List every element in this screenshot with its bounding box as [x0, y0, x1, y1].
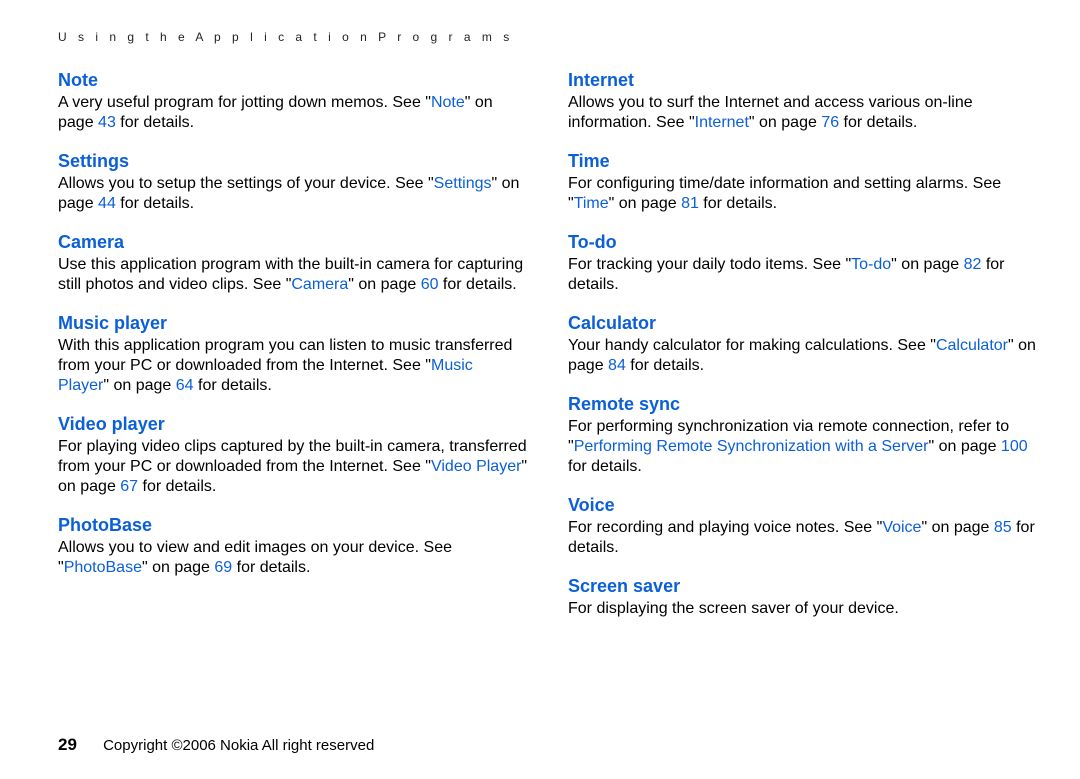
section-music-player: Music player With this application progr…: [58, 313, 528, 396]
section-camera: Camera Use this application program with…: [58, 232, 528, 295]
left-column: Note A very useful program for jotting d…: [58, 70, 528, 637]
text: For displaying the screen saver of your …: [568, 600, 899, 617]
link-photobase[interactable]: PhotoBase: [64, 559, 142, 576]
text: for details.: [116, 195, 194, 212]
text: " on page: [921, 519, 993, 536]
paragraph-photobase: Allows you to view and edit images on yo…: [58, 538, 528, 578]
heading-screen-saver: Screen saver: [568, 576, 1038, 597]
section-calculator: Calculator Your handy calculator for mak…: [568, 313, 1038, 376]
heading-calculator: Calculator: [568, 313, 1038, 334]
footer: 29 Copyright ©2006 Nokia All right reser…: [58, 735, 374, 755]
paragraph-calculator: Your handy calculator for making calcula…: [568, 336, 1038, 376]
text: Allows you to setup the settings of your…: [58, 175, 434, 192]
link-voice[interactable]: Voice: [882, 519, 921, 536]
heading-settings: Settings: [58, 151, 528, 172]
main-columns: Note A very useful program for jotting d…: [58, 70, 1040, 637]
paragraph-settings: Allows you to setup the settings of your…: [58, 174, 528, 214]
text: Your handy calculator for making calcula…: [568, 337, 936, 354]
text: for details.: [116, 114, 194, 131]
link-remote-sync-page[interactable]: 100: [1001, 438, 1028, 455]
link-todo[interactable]: To-do: [851, 256, 891, 273]
link-note-page[interactable]: 43: [98, 114, 116, 131]
text: for details.: [194, 377, 272, 394]
paragraph-time: For configuring time/date information an…: [568, 174, 1038, 214]
section-todo: To-do For tracking your daily todo items…: [568, 232, 1038, 295]
link-settings-page[interactable]: 44: [98, 195, 116, 212]
heading-music-player: Music player: [58, 313, 528, 334]
heading-camera: Camera: [58, 232, 528, 253]
link-remote-sync[interactable]: Performing Remote Synchronization with a…: [574, 438, 929, 455]
text: for details.: [232, 559, 310, 576]
section-voice: Voice For recording and playing voice no…: [568, 495, 1038, 558]
link-calculator-page[interactable]: 84: [608, 357, 626, 374]
link-photobase-page[interactable]: 69: [214, 559, 232, 576]
text: for details.: [138, 478, 216, 495]
section-screen-saver: Screen saver For displaying the screen s…: [568, 576, 1038, 619]
text: " on page: [749, 114, 821, 131]
text: " on page: [103, 377, 175, 394]
text: " on page: [348, 276, 420, 293]
link-video-player-page[interactable]: 67: [120, 478, 138, 495]
link-music-player-page[interactable]: 64: [176, 377, 194, 394]
heading-voice: Voice: [568, 495, 1038, 516]
paragraph-screen-saver: For displaying the screen saver of your …: [568, 599, 1038, 619]
paragraph-note: A very useful program for jotting down m…: [58, 93, 528, 133]
paragraph-video-player: For playing video clips captured by the …: [58, 437, 528, 497]
text: for details.: [699, 195, 777, 212]
text: " on page: [891, 256, 963, 273]
text: for details.: [839, 114, 917, 131]
link-video-player[interactable]: Video Player: [431, 458, 521, 475]
heading-photobase: PhotoBase: [58, 515, 528, 536]
copyright-text: Copyright ©2006 Nokia All right reserved: [103, 737, 374, 754]
right-column: Internet Allows you to surf the Internet…: [568, 70, 1038, 637]
link-internet[interactable]: Internet: [695, 114, 749, 131]
link-internet-page[interactable]: 76: [821, 114, 839, 131]
page-number: 29: [58, 735, 77, 754]
section-time: Time For configuring time/date informati…: [568, 151, 1038, 214]
link-settings[interactable]: Settings: [434, 175, 492, 192]
text: for details.: [438, 276, 516, 293]
text: For recording and playing voice notes. S…: [568, 519, 882, 536]
section-remote-sync: Remote sync For performing synchronizati…: [568, 394, 1038, 477]
text: " on page: [609, 195, 681, 212]
link-camera-page[interactable]: 60: [421, 276, 439, 293]
paragraph-voice: For recording and playing voice notes. S…: [568, 518, 1038, 558]
heading-video-player: Video player: [58, 414, 528, 435]
link-time[interactable]: Time: [574, 195, 609, 212]
link-todo-page[interactable]: 82: [964, 256, 982, 273]
heading-time: Time: [568, 151, 1038, 172]
link-calculator[interactable]: Calculator: [936, 337, 1008, 354]
running-header: U s i n g t h e A p p l i c a t i o n P …: [58, 30, 1040, 44]
heading-remote-sync: Remote sync: [568, 394, 1038, 415]
paragraph-camera: Use this application program with the bu…: [58, 255, 528, 295]
paragraph-todo: For tracking your daily todo items. See …: [568, 255, 1038, 295]
heading-note: Note: [58, 70, 528, 91]
paragraph-internet: Allows you to surf the Internet and acce…: [568, 93, 1038, 133]
text: " on page: [929, 438, 1001, 455]
text: for details.: [568, 458, 642, 475]
heading-internet: Internet: [568, 70, 1038, 91]
text: " on page: [142, 559, 214, 576]
text: A very useful program for jotting down m…: [58, 94, 431, 111]
link-camera[interactable]: Camera: [291, 276, 348, 293]
heading-todo: To-do: [568, 232, 1038, 253]
section-internet: Internet Allows you to surf the Internet…: [568, 70, 1038, 133]
paragraph-music-player: With this application program you can li…: [58, 336, 528, 396]
link-voice-page[interactable]: 85: [994, 519, 1012, 536]
text: for details.: [626, 357, 704, 374]
link-note[interactable]: Note: [431, 94, 465, 111]
section-settings: Settings Allows you to setup the setting…: [58, 151, 528, 214]
paragraph-remote-sync: For performing synchronization via remot…: [568, 417, 1038, 477]
text: For tracking your daily todo items. See …: [568, 256, 851, 273]
section-note: Note A very useful program for jotting d…: [58, 70, 528, 133]
section-video-player: Video player For playing video clips cap…: [58, 414, 528, 497]
link-time-page[interactable]: 81: [681, 195, 699, 212]
section-photobase: PhotoBase Allows you to view and edit im…: [58, 515, 528, 578]
